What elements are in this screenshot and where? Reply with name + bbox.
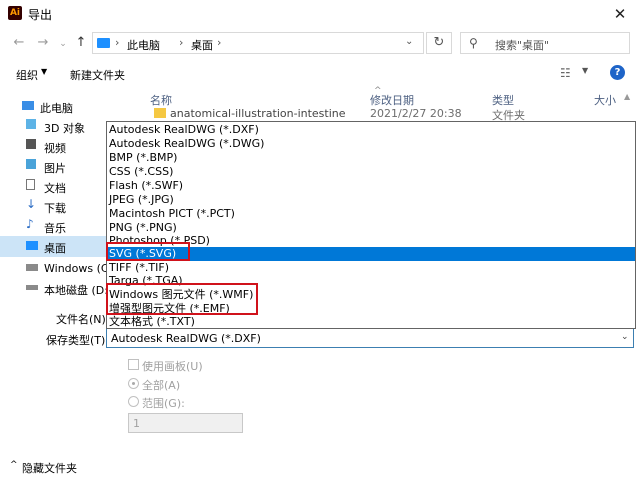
- computer-icon: [22, 101, 34, 110]
- sidebar-item-label: Windows (C:: [44, 262, 113, 275]
- picture-icon: [26, 159, 36, 169]
- view-caret-icon[interactable]: ▼: [582, 66, 588, 75]
- option-png[interactable]: PNG (*.PNG): [107, 221, 635, 235]
- all-radio-label: 全部(A): [142, 379, 181, 392]
- svg-highlight-box: [106, 242, 190, 261]
- document-icon: [26, 179, 35, 190]
- new-folder-button[interactable]: 新建文件夹: [70, 67, 125, 83]
- option-dxf[interactable]: Autodesk RealDWG (*.DXF): [107, 123, 635, 137]
- refresh-icon[interactable]: ↻: [426, 32, 452, 54]
- option-dwg[interactable]: Autodesk RealDWG (*.DWG): [107, 137, 635, 151]
- sidebar-item-music[interactable]: ♪ 音乐: [26, 216, 116, 236]
- search-input[interactable]: ⚲ 搜索"桌面": [460, 32, 630, 54]
- back-arrow-icon[interactable]: ←: [10, 34, 28, 52]
- save-type-label: 保存类型(T):: [46, 334, 110, 347]
- breadcrumb-this-pc[interactable]: 此电脑: [127, 37, 160, 53]
- breadcrumb-separator-icon[interactable]: ›: [217, 36, 221, 49]
- hide-folders-button[interactable]: 隐藏文件夹: [22, 460, 77, 476]
- view-options-icon[interactable]: ☷: [560, 66, 571, 80]
- command-toolbar: 组织 ▼ 新建文件夹 ☷ ▼ ?: [0, 60, 640, 86]
- breadcrumb-desktop[interactable]: 桌面: [191, 37, 213, 53]
- disk-icon: [26, 285, 38, 290]
- sidebar-item-videos[interactable]: 视频: [26, 136, 116, 156]
- sidebar-item-label: 视频: [44, 142, 66, 155]
- all-radio: [128, 378, 139, 389]
- chevron-up-icon[interactable]: ^: [10, 460, 18, 470]
- option-jpg[interactable]: JPEG (*.JPG): [107, 193, 635, 207]
- option-bmp[interactable]: BMP (*.BMP): [107, 151, 635, 165]
- breadcrumb-separator-icon[interactable]: ›: [115, 36, 119, 49]
- desktop-icon: [26, 241, 38, 250]
- folder-icon: [154, 108, 166, 118]
- windows-drive-icon: [26, 264, 38, 271]
- sidebar-item-3d-objects[interactable]: 3D 对象: [26, 116, 116, 136]
- range-radio: [128, 396, 139, 407]
- option-tif[interactable]: TIFF (*.TIF): [107, 261, 635, 275]
- search-icon: ⚲: [469, 36, 478, 50]
- sidebar-item-pictures[interactable]: 图片: [26, 156, 116, 176]
- use-artboards-checkbox: [128, 359, 139, 370]
- sidebar-item-label: 桌面: [44, 242, 66, 255]
- file-name: anatomical-illustration-intestine: [170, 107, 346, 120]
- sidebar-item-label: 本地磁盘 (D:: [44, 284, 108, 297]
- sidebar-item-local-disk-d[interactable]: 本地磁盘 (D:: [26, 278, 116, 298]
- music-icon: ♪: [26, 217, 34, 231]
- filename-label: 文件名(N):: [56, 313, 110, 326]
- organize-button[interactable]: 组织: [16, 67, 38, 83]
- sidebar-item-label: 图片: [44, 162, 66, 175]
- sidebar-item-label: 下载: [44, 202, 66, 215]
- address-bar[interactable]: › 此电脑 › 桌面 › ⌄: [92, 32, 424, 54]
- cube-icon: [26, 119, 36, 129]
- up-arrow-icon[interactable]: ↑: [72, 34, 90, 52]
- sidebar-item-downloads[interactable]: ↓ 下载: [26, 196, 116, 216]
- range-radio-label: 范围(G):: [142, 397, 185, 410]
- window-title: 导出: [28, 8, 53, 22]
- desktop-folder-icon: [97, 38, 110, 48]
- sidebar-item-windows-c[interactable]: Windows (C:: [26, 258, 116, 278]
- scroll-up-icon[interactable]: ▲: [624, 92, 630, 101]
- save-type-select[interactable]: Autodesk RealDWG (*.DXF) ⌄: [106, 328, 634, 348]
- download-icon: ↓: [26, 197, 37, 211]
- title-bar: Ai 导出 ✕: [0, 0, 640, 28]
- sidebar-item-desktop[interactable]: 桌面: [26, 236, 116, 256]
- wmf-emf-highlight-box: [106, 283, 258, 315]
- forward-arrow-icon[interactable]: →: [34, 34, 52, 52]
- use-artboards-label: 使用画板(U): [142, 360, 203, 373]
- sidebar-item-documents[interactable]: 文档: [26, 176, 116, 196]
- save-type-value: Autodesk RealDWG (*.DXF): [111, 332, 261, 345]
- help-icon[interactable]: ?: [610, 65, 625, 80]
- sidebar-item-label: 此电脑: [40, 102, 73, 115]
- sidebar-item-this-pc[interactable]: 此电脑: [22, 96, 112, 116]
- illustrator-app-icon: Ai: [8, 6, 22, 20]
- sidebar-item-label: 3D 对象: [44, 122, 85, 135]
- file-date: 2021/2/27 20:38: [370, 107, 462, 120]
- footer: ^ 隐藏文件夹: [0, 450, 640, 485]
- sidebar-item-label: 音乐: [44, 222, 66, 235]
- option-css[interactable]: CSS (*.CSS): [107, 165, 635, 179]
- range-input: 1: [128, 413, 243, 433]
- recent-locations-chevron-icon[interactable]: ⌄: [54, 35, 72, 53]
- chevron-down-icon[interactable]: ⌄: [621, 332, 629, 342]
- breadcrumb-separator-icon[interactable]: ›: [179, 36, 183, 49]
- sidebar-item-label: 文档: [44, 182, 66, 195]
- organize-caret-icon[interactable]: ▼: [41, 67, 47, 76]
- option-pct[interactable]: Macintosh PICT (*.PCT): [107, 207, 635, 221]
- option-swf[interactable]: Flash (*.SWF): [107, 179, 635, 193]
- video-icon: [26, 139, 36, 149]
- search-placeholder: 搜索"桌面": [495, 39, 550, 52]
- file-row[interactable]: anatomical-illustration-intestine 2021/2…: [120, 104, 640, 122]
- option-txt[interactable]: 文本格式 (*.TXT): [107, 315, 635, 329]
- address-history-chevron-icon[interactable]: ⌄: [405, 36, 413, 47]
- close-icon[interactable]: ✕: [608, 4, 632, 24]
